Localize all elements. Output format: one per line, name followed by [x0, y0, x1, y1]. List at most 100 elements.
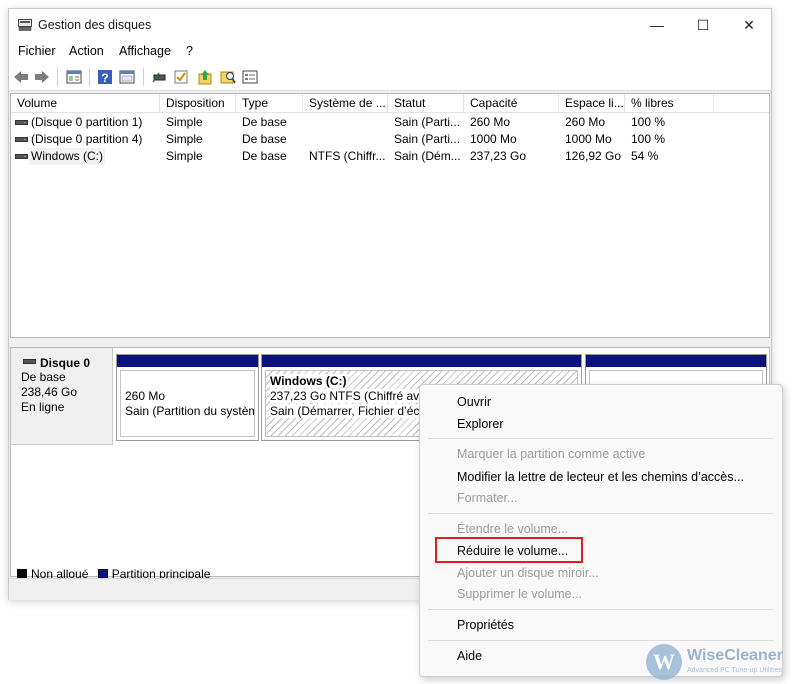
volume-row[interactable]: (Disque 0 partition 1) Simple De base Sa… [11, 114, 769, 131]
partition-header-bar [117, 355, 258, 367]
menu-item-explorer[interactable]: Explorer [457, 417, 504, 431]
partition-body: 260 Mo Sain (Partition du systèm [120, 370, 255, 437]
volume-icon [15, 120, 28, 125]
window-title: Gestion des disques [38, 18, 152, 32]
watermark-brand: WiseCleaner [687, 647, 783, 664]
column-header-volume[interactable]: Volume [11, 94, 160, 113]
watermark-tagline: Advanced PC Tune-up Utilities [687, 667, 782, 674]
volume-percent-free: 54 % [631, 149, 659, 163]
console-tree-icon[interactable] [66, 69, 82, 85]
search-icon[interactable] [220, 69, 236, 85]
volume-type: De base [242, 132, 287, 146]
up-arrow-icon[interactable] [197, 69, 213, 85]
volume-name: Windows (C:) [29, 148, 106, 165]
connect-disk-icon[interactable] [151, 69, 167, 85]
menu-affichage[interactable]: Affichage [119, 44, 171, 58]
volume-status: Sain (Parti... [394, 115, 461, 129]
column-header-capacity[interactable]: Capacité [464, 94, 559, 113]
minimize-icon: — [650, 17, 664, 33]
disk-name: Disque 0 [40, 356, 91, 370]
column-header-filesystem[interactable]: Système de ... [303, 94, 388, 113]
menu-item-delete-volume: Supprimer le volume... [457, 587, 583, 601]
volume-capacity: 260 Mo [470, 115, 511, 129]
wisecleaner-watermark: W WiseCleaner Advanced PC Tune-up Utilit… [646, 644, 800, 684]
menu-item-change-drive-letter[interactable]: Modifier la lettre de lecteur et les che… [457, 470, 744, 484]
back-arrow-icon[interactable] [13, 69, 29, 85]
pane-splitter[interactable] [9, 338, 771, 347]
close-button[interactable]: ✕ [726, 9, 772, 41]
volume-type: De base [242, 149, 287, 163]
volume-free-space: 126,92 Go [565, 149, 622, 163]
toolbar: ? [9, 63, 771, 91]
volume-status: Sain (Dém... [394, 149, 461, 163]
help-icon[interactable]: ? [97, 69, 113, 85]
menu-separator [428, 513, 774, 514]
menu-action[interactable]: Action [69, 44, 104, 58]
partition-size: 260 Mo [125, 389, 166, 403]
volume-list: Volume Disposition Type Système de ... S… [10, 93, 770, 338]
menu-bar: Fichier Action Affichage ? [9, 41, 771, 63]
close-icon: ✕ [743, 16, 755, 33]
disk-state: En ligne [21, 400, 65, 414]
disk-management-app-icon [18, 19, 32, 31]
volume-type: De base [242, 115, 287, 129]
volume-percent-free: 100 % [631, 115, 666, 129]
maximize-icon: ☐ [696, 16, 710, 33]
volume-percent-free: 100 % [631, 132, 666, 146]
properties-icon[interactable] [119, 69, 135, 85]
menu-item-shrink-volume[interactable]: Réduire le volume... [457, 544, 568, 558]
volume-name: (Disque 0 partition 4) [31, 132, 143, 146]
menu-separator [428, 609, 774, 610]
check-icon[interactable] [173, 69, 189, 85]
column-header-type[interactable]: Type [236, 94, 303, 113]
volume-disposition: Simple [166, 115, 203, 129]
volume-capacity: 1000 Mo [470, 132, 517, 146]
volume-icon [15, 154, 28, 159]
volume-name: (Disque 0 partition 1) [31, 115, 143, 129]
column-header-status[interactable]: Statut [388, 94, 464, 113]
menu-item-mark-active: Marquer la partition comme active [457, 447, 646, 461]
column-header-free-space[interactable]: Espace li... [559, 94, 625, 113]
partition-header-bar [262, 355, 581, 367]
volume-row[interactable]: Windows (C:) Simple De base NTFS (Chiffr… [11, 148, 769, 165]
volume-filesystem: NTFS (Chiffr... [309, 149, 386, 163]
disk-icon [23, 359, 36, 364]
toolbar-separator [143, 68, 144, 86]
volume-capacity: 237,23 Go [470, 149, 527, 163]
menu-fichier[interactable]: Fichier [18, 44, 56, 58]
menu-separator [428, 438, 774, 439]
volume-disposition: Simple [166, 149, 203, 163]
menu-separator [428, 640, 774, 641]
volume-list-header: Volume Disposition Type Système de ... S… [11, 94, 769, 113]
toolbar-separator [89, 68, 90, 86]
disk-size: 238,46 Go [21, 385, 78, 399]
list-view-icon[interactable] [242, 69, 258, 85]
maximize-button[interactable]: ☐ [680, 9, 726, 41]
partition-header-bar [586, 355, 766, 367]
partition-size: 237,23 Go NTFS (Chiffré avec [270, 389, 432, 403]
disk-info-panel[interactable]: Disque 0 De base 238,46 Go En ligne [11, 348, 113, 445]
title-bar: Gestion des disques — ☐ ✕ [9, 9, 771, 41]
svg-text:?: ? [101, 71, 108, 85]
menu-item-properties[interactable]: Propriétés [457, 618, 514, 632]
forward-arrow-icon[interactable] [34, 69, 50, 85]
volume-icon [15, 137, 28, 142]
column-header-disposition[interactable]: Disposition [160, 94, 236, 113]
partition-name: Windows (C:) [270, 374, 347, 388]
context-menu: Ouvrir Explorer Marquer la partition com… [419, 384, 783, 677]
disk-type: De base [21, 370, 66, 384]
volume-free-space: 260 Mo [565, 115, 606, 129]
wisecleaner-logo: W [646, 644, 682, 680]
toolbar-separator [57, 68, 58, 86]
menu-item-extend-volume: Étendre le volume... [457, 522, 569, 536]
menu-help[interactable]: ? [186, 44, 193, 58]
minimize-button[interactable]: — [634, 9, 680, 41]
menu-item-format: Formater... [457, 491, 518, 505]
volume-row[interactable]: (Disque 0 partition 4) Simple De base Sa… [11, 131, 769, 148]
menu-item-ouvrir[interactable]: Ouvrir [457, 395, 491, 409]
volume-status: Sain (Parti... [394, 132, 461, 146]
partition-system[interactable]: 260 Mo Sain (Partition du systèm [116, 354, 259, 441]
column-header-percent-free[interactable]: % libres [625, 94, 714, 113]
volume-disposition: Simple [166, 132, 203, 146]
menu-item-help[interactable]: Aide [457, 649, 482, 663]
